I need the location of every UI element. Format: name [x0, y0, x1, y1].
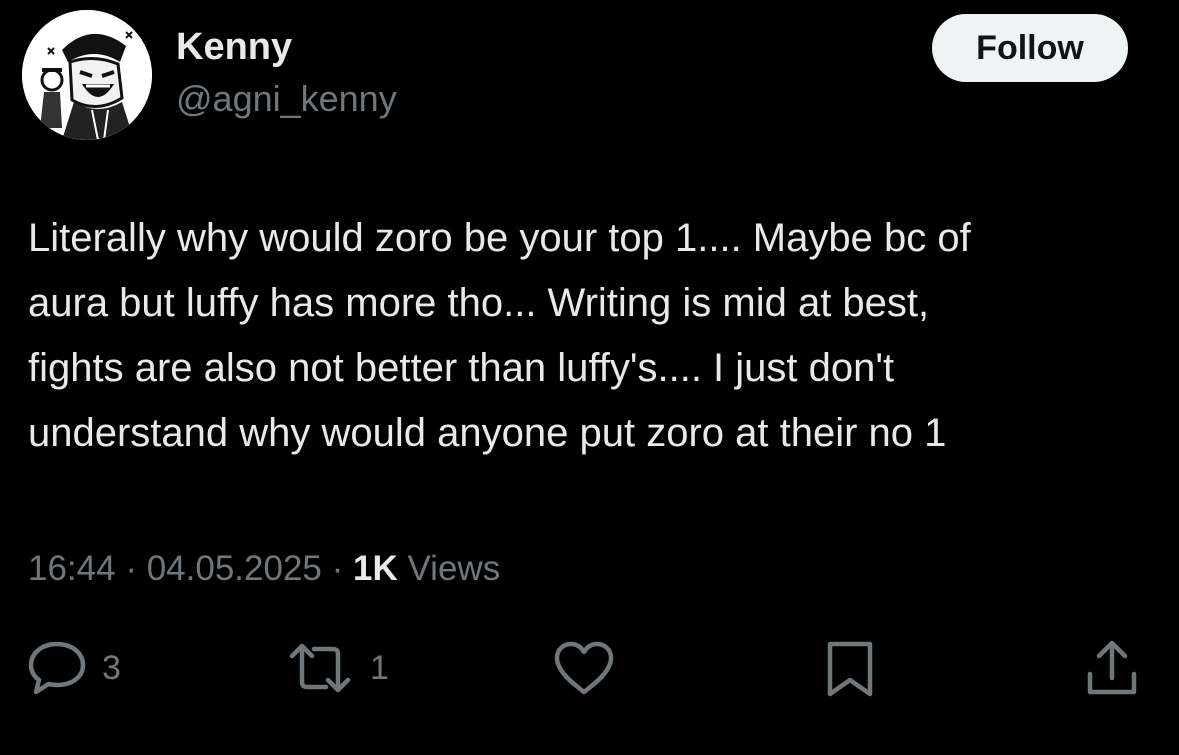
- heart-icon: [554, 641, 614, 695]
- user-handle[interactable]: @agni_kenny: [176, 76, 397, 122]
- bookmark-icon: [827, 641, 873, 697]
- tweet-metadata: 16:44 · 04.05.2025 · 1K Views: [28, 546, 500, 592]
- tweet-text: Literally why would zoro be your top 1..…: [28, 206, 1158, 466]
- reply-count: 3: [102, 649, 121, 687]
- avatar[interactable]: [22, 10, 152, 140]
- follow-button[interactable]: Follow: [932, 14, 1128, 82]
- tweet-text-line: understand why would anyone put zoro at …: [28, 411, 947, 455]
- views-count[interactable]: 1K: [353, 549, 398, 588]
- meta-separator: ·: [115, 549, 147, 588]
- tweet-time[interactable]: 16:44: [28, 549, 116, 588]
- like-button[interactable]: [552, 636, 616, 700]
- tweet-text-line: fights are also not better than luffy's.…: [28, 346, 895, 390]
- display-name[interactable]: Kenny: [176, 24, 292, 70]
- tweet-date[interactable]: 04.05.2025: [147, 549, 322, 588]
- avatar-manga-character-icon: [22, 10, 152, 140]
- tweet-text-line: Literally why would zoro be your top 1..…: [28, 216, 971, 260]
- views-label: Views: [407, 549, 501, 588]
- repost-icon: [289, 643, 351, 693]
- meta-separator: ·: [321, 549, 353, 588]
- reply-icon: [28, 641, 86, 695]
- reply-button[interactable]: 3: [26, 636, 121, 700]
- repost-button[interactable]: 1: [284, 636, 389, 700]
- repost-count: 1: [370, 649, 389, 687]
- bookmark-button[interactable]: [822, 636, 878, 700]
- tweet-text-line: aura but luffy has more tho... Writing i…: [28, 281, 930, 325]
- share-icon: [1087, 640, 1137, 695]
- share-button[interactable]: [1082, 636, 1142, 700]
